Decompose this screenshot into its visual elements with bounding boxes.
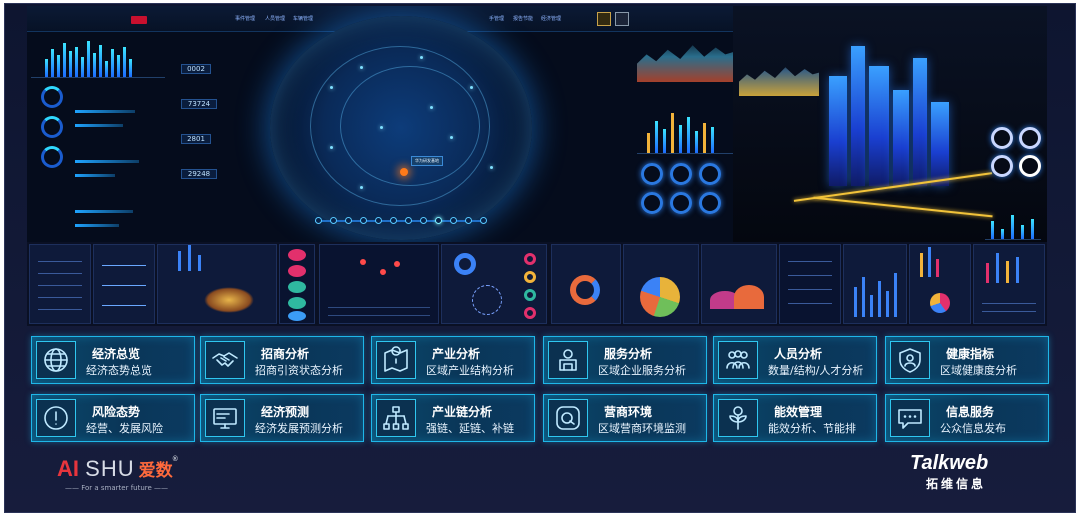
thumbnail-bar-chart[interactable] — [973, 244, 1045, 324]
counter: 29248 — [181, 161, 233, 180]
screenshot-frame: 事件管理 人员管理 车辆管理 手管理 报告节能 经济管理 0002 73724 … — [4, 3, 1076, 513]
module-subtitle: 区域产业结构分析 — [426, 364, 514, 377]
module-title: 健康指标 — [946, 347, 995, 361]
module-title: 招商分析 — [261, 347, 310, 361]
nav-tab[interactable]: 经济管理 — [541, 15, 561, 22]
module-card[interactable]: 经济总览经济态势总览 — [31, 336, 195, 384]
thumbnail-rose-chart[interactable] — [623, 244, 699, 324]
gold-action-button[interactable] — [597, 12, 611, 26]
nav-tab[interactable]: 手管理 — [489, 15, 504, 22]
module-card[interactable]: 信息服务公众信息发布 — [885, 394, 1049, 442]
nav-tab[interactable]: 事件管理 — [235, 15, 255, 22]
plant-gear-icon — [718, 399, 758, 437]
module-title: 产业链分析 — [432, 405, 493, 419]
bar-chart-mini — [31, 38, 165, 78]
monitor-icon — [205, 399, 245, 437]
map-pin-icon — [376, 341, 416, 379]
module-subtitle: 数量/结构/人才分析 — [768, 364, 864, 377]
message-dots-icon — [890, 399, 930, 437]
nav-tab[interactable]: 报告节能 — [513, 15, 533, 22]
thumbnail-china-map[interactable] — [157, 244, 277, 324]
module-title: 能效管理 — [774, 405, 823, 419]
thumbnail-line-chart[interactable] — [93, 244, 155, 324]
module-title: 经济预测 — [261, 405, 310, 419]
people-group-icon — [718, 341, 758, 379]
globe-icon — [36, 341, 76, 379]
thumbnail-wave-chart[interactable] — [701, 244, 777, 324]
hub-label: 华为研发基地 — [411, 156, 443, 166]
bar-chart-mini — [637, 104, 733, 154]
module-subtitle: 区域企业服务分析 — [598, 364, 686, 377]
aishu-slogan: —— For a smarter future —— — [65, 484, 169, 492]
module-card[interactable]: 产业分析区域产业结构分析 — [371, 336, 535, 384]
timeline-slider[interactable] — [315, 217, 487, 224]
module-subtitle: 公众信息发布 — [940, 422, 1006, 435]
module-subtitle: 招商引资状态分析 — [255, 364, 343, 377]
huawei-logo — [131, 16, 147, 24]
module-card[interactable]: 招商分析招商引资状态分析 — [200, 336, 364, 384]
module-card[interactable]: 风险态势经营、发展风险 — [31, 394, 195, 442]
talkweb-logo: Talkweb — [910, 452, 989, 474]
module-subtitle: 区域营商环境监测 — [598, 422, 686, 435]
thumbnail-stacked-bars[interactable] — [843, 244, 907, 324]
module-title: 人员分析 — [774, 347, 823, 361]
chain-network-icon — [376, 399, 416, 437]
nav-tab[interactable]: 车辆管理 — [293, 15, 313, 22]
thumbnail-table[interactable] — [29, 244, 91, 324]
counter: 2801 — [181, 126, 233, 145]
dashboard-thumbnails — [27, 242, 1047, 326]
globe-map[interactable] — [270, 16, 532, 240]
module-card[interactable]: 营商环境区域营商环境监测 — [543, 394, 707, 442]
gauge-chart — [41, 86, 63, 108]
module-title: 信息服务 — [946, 405, 995, 419]
talkweb-brand: Talkweb 拓维信息 — [910, 452, 1020, 492]
right-chart-panel — [637, 32, 733, 238]
thumbnail-donuts[interactable] — [441, 244, 547, 324]
module-subtitle: 强链、延链、补链 — [426, 422, 514, 435]
thumbnail-pie[interactable] — [551, 244, 621, 324]
chat-bubble-icon — [548, 399, 588, 437]
module-title: 服务分析 — [604, 347, 653, 361]
counter: 0002 — [181, 56, 233, 75]
module-card[interactable]: 经济预测经济发展预测分析 — [200, 394, 364, 442]
module-card[interactable]: 能效管理能效分析、节能排 — [713, 394, 877, 442]
aishu-logo: AI SHU 爱数® — [57, 456, 178, 481]
thumbnail-bar-pie[interactable] — [909, 244, 971, 324]
module-title: 经济总览 — [92, 347, 141, 361]
area-chart — [739, 67, 819, 96]
area-chart — [637, 45, 733, 82]
module-title: 产业分析 — [432, 347, 481, 361]
service-person-icon — [548, 341, 588, 379]
shield-person-icon — [890, 341, 930, 379]
module-card[interactable]: 健康指标区域健康度分析 — [885, 336, 1049, 384]
warning-icon — [36, 399, 76, 437]
smart-city-3d-view[interactable] — [733, 6, 1047, 242]
counter-panel: 0002 73724 2801 29248 — [177, 46, 233, 196]
handshake-icon — [205, 341, 245, 379]
thumbnail-region-map[interactable] — [319, 244, 439, 324]
module-subtitle: 经济态势总览 — [86, 364, 152, 377]
talkweb-cn-name: 拓维信息 — [926, 477, 987, 491]
settings-button[interactable] — [615, 12, 629, 26]
module-subtitle: 区域健康度分析 — [940, 364, 1017, 377]
module-subtitle: 经济发展预测分析 — [255, 422, 343, 435]
nav-tab[interactable]: 人员管理 — [265, 15, 285, 22]
module-title: 营商环境 — [604, 405, 653, 419]
counter: 73724 — [181, 91, 233, 110]
module-card[interactable]: 人员分析数量/结构/人才分析 — [713, 336, 877, 384]
gauge-chart — [41, 116, 63, 138]
module-subtitle: 经营、发展风险 — [86, 422, 163, 435]
module-card[interactable]: 产业链分析强链、延链、补链 — [371, 394, 535, 442]
dashboard-preview: 事件管理 人员管理 车辆管理 手管理 报告节能 经济管理 0002 73724 … — [27, 6, 1047, 242]
module-card[interactable]: 服务分析区域企业服务分析 — [543, 336, 707, 384]
thumbnail-bubbles[interactable] — [279, 244, 315, 324]
thumbnail-list[interactable] — [779, 244, 841, 324]
module-title: 风险态势 — [92, 405, 141, 419]
left-stats-panel — [31, 34, 165, 238]
aishu-brand: AI SHU 爱数® —— For a smarter future —— — [57, 456, 178, 492]
module-subtitle: 能效分析、节能排 — [768, 422, 856, 435]
bar-chart-mini — [985, 210, 1041, 240]
hub-marker[interactable] — [400, 168, 408, 176]
gauge-chart — [41, 146, 63, 168]
